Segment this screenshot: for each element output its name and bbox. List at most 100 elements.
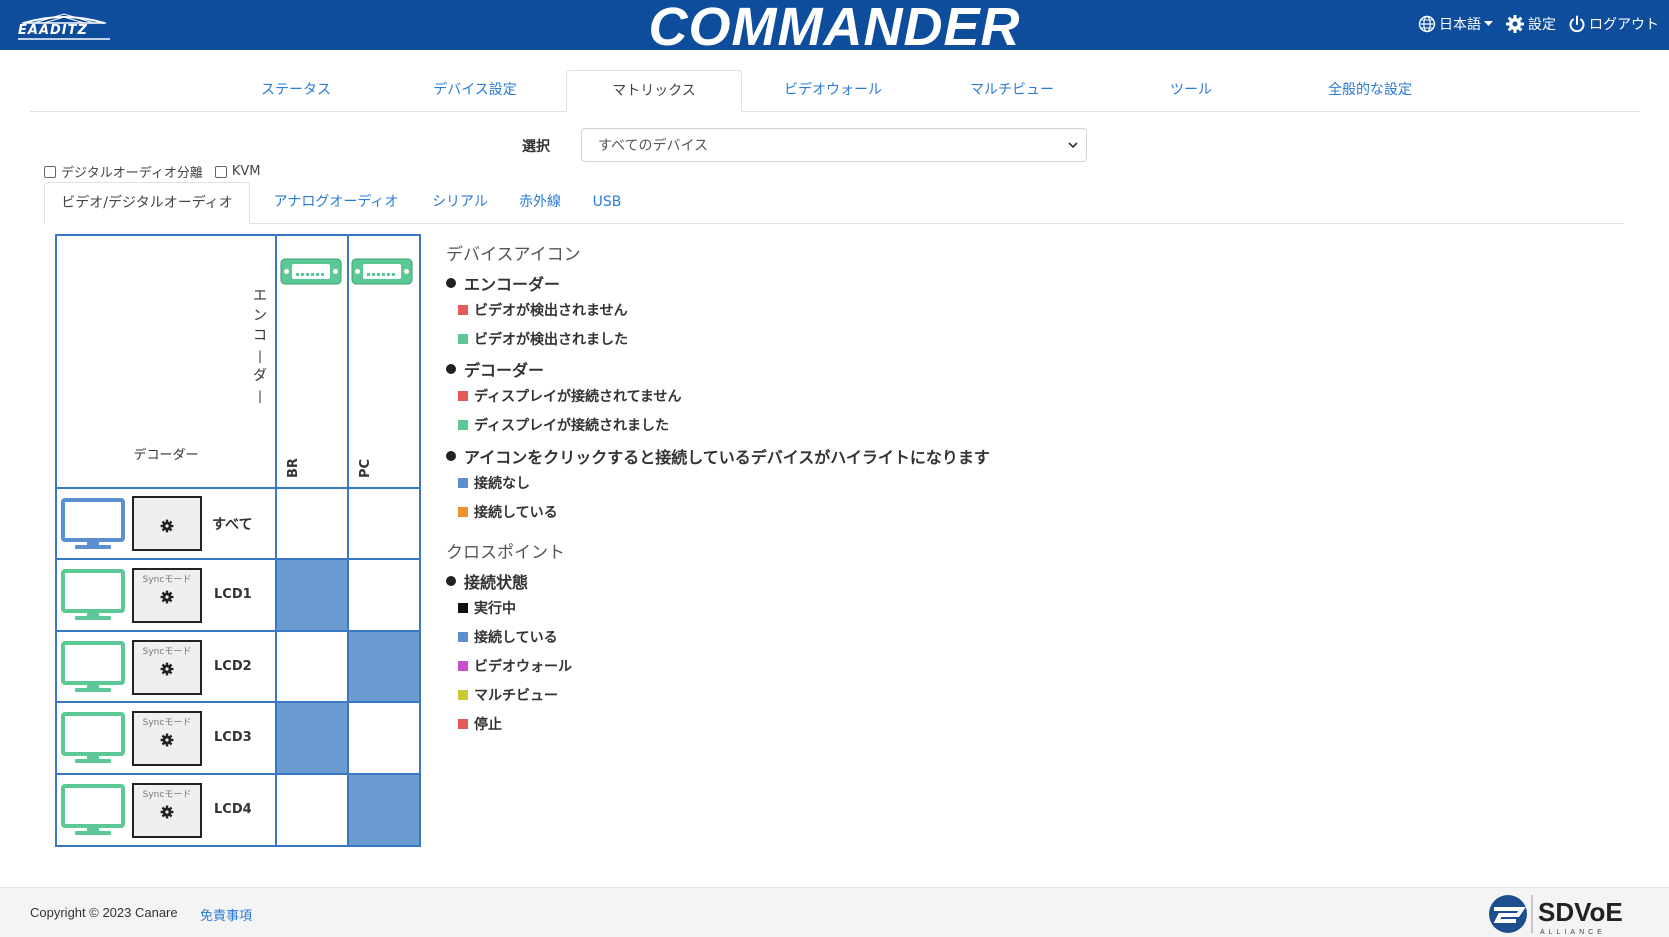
- digital-audio-label: デジタルオーディオ分離: [61, 166, 203, 181]
- monitor-icon[interactable]: [61, 498, 125, 552]
- subtab-analog-audio[interactable]: アナログオーディオ: [262, 182, 410, 224]
- app-header: EAADITZ COMMANDER 日本語 設定 ログアウト: [0, 0, 1669, 57]
- encoder-header-char: ダ: [253, 368, 267, 384]
- subtab-usb[interactable]: USB: [582, 182, 632, 224]
- sdvoe-text: SDVoE: [1538, 897, 1623, 927]
- legend-status-head: 接続状態: [446, 569, 528, 593]
- copyright: Copyright © 2023 Canare: [30, 905, 178, 920]
- subtab-infrared[interactable]: 赤外線: [510, 182, 570, 224]
- digital-audio-checkbox[interactable]: デジタルオーディオ分離: [44, 162, 203, 181]
- legend-encoder-label: エンコーダー: [464, 275, 561, 294]
- language-dropdown[interactable]: 日本語: [1418, 14, 1493, 34]
- crosspoint-cell[interactable]: [277, 775, 347, 845]
- gear-icon: [160, 519, 174, 533]
- gear-icon: [160, 805, 174, 819]
- legend-item: ビデオウォール: [458, 656, 572, 676]
- legend-item-label: マルチビュー: [474, 688, 558, 704]
- crosspoint-cell[interactable]: [277, 632, 347, 701]
- gear-icon: [160, 733, 174, 747]
- tab-videowall[interactable]: ビデオウォール: [745, 70, 921, 112]
- tab-status[interactable]: ステータス: [208, 70, 384, 112]
- encoder-header-char: コ: [253, 328, 267, 344]
- subtab-serial[interactable]: シリアル: [422, 182, 498, 224]
- checkbox-box[interactable]: [44, 165, 56, 178]
- monitor-icon[interactable]: [61, 784, 125, 838]
- decoder-header: デコーダー: [133, 448, 199, 463]
- crosspoint-cell-connected[interactable]: [277, 560, 347, 630]
- legend-item: ビデオが検出されました: [458, 329, 628, 349]
- magenta-square-icon: [458, 661, 468, 671]
- green-square-icon: [458, 334, 468, 344]
- gear-icon: [160, 590, 174, 604]
- crosspoint-all-cell[interactable]: [277, 489, 347, 558]
- encoder-header-char: |: [257, 389, 263, 403]
- legend-status-label: 接続状態: [464, 573, 529, 592]
- legend-item-label: 接続なし: [474, 476, 530, 492]
- bullet-icon: [446, 451, 456, 461]
- decoder-settings-button[interactable]: Syncモード: [132, 640, 202, 695]
- device-select-value: すべてのデバイス: [598, 138, 709, 154]
- device-select[interactable]: すべてのデバイス: [581, 128, 1087, 162]
- encoder-device-icon[interactable]: [351, 258, 413, 285]
- bullet-icon: [446, 576, 456, 586]
- sdvoe-subtext: ALLIANCE: [1540, 929, 1606, 936]
- legend-item-label: 接続している: [474, 505, 558, 521]
- subtab-video-audio[interactable]: ビデオ/デジタルオーディオ: [44, 182, 250, 224]
- checkbox-box[interactable]: [214, 165, 227, 178]
- legend-item: 実行中: [458, 598, 516, 618]
- tab-general-settings[interactable]: 全般的な設定: [1282, 70, 1458, 112]
- all-settings-button[interactable]: [132, 496, 202, 551]
- sdvoe-logo: SDVoE ALLIANCE: [1489, 895, 1623, 936]
- language-label: 日本語: [1439, 17, 1481, 33]
- logout-link[interactable]: ログアウト: [1568, 14, 1659, 34]
- chevron-down-icon: [1068, 142, 1078, 149]
- disclaimer-link[interactable]: 免責事項: [200, 905, 252, 924]
- legend-decoder-label: デコーダー: [464, 361, 545, 380]
- sub-tabs: ビデオ/デジタルオーディオ アナログオーディオ シリアル 赤外線 USB: [44, 182, 1624, 224]
- legend-item-label: ディスプレイが接続されました: [474, 418, 670, 434]
- crosspoint-cell[interactable]: [349, 560, 419, 630]
- encoder-header-char: エ: [253, 288, 267, 304]
- monitor-icon[interactable]: [61, 712, 125, 766]
- decoder-settings-button[interactable]: Syncモード: [132, 783, 202, 838]
- legend-item: ディスプレイが接続されました: [458, 415, 669, 435]
- all-row-label: すべて: [212, 517, 253, 533]
- monitor-icon[interactable]: [61, 569, 125, 623]
- crosspoint-cell-connected[interactable]: [277, 703, 347, 773]
- encoder-header-char: ン: [253, 308, 267, 324]
- yellow-square-icon: [458, 690, 468, 700]
- tab-multiview[interactable]: マルチビュー: [924, 70, 1100, 112]
- settings-label: 設定: [1528, 17, 1556, 33]
- settings-link[interactable]: 設定: [1505, 14, 1556, 34]
- power-icon: [1569, 15, 1585, 33]
- decoder-settings-button[interactable]: Syncモード: [132, 711, 202, 766]
- red-square-icon: [458, 719, 468, 729]
- monitor-icon[interactable]: [61, 641, 125, 695]
- blue-square-icon: [458, 632, 468, 642]
- crosspoint-cell-connected[interactable]: [349, 775, 419, 845]
- crosspoint-cell[interactable]: [349, 703, 419, 773]
- green-square-icon: [458, 420, 468, 430]
- crosspoint-all-cell[interactable]: [349, 489, 419, 558]
- tab-matrix[interactable]: マトリックス: [566, 70, 742, 112]
- legend-encoder-head: エンコーダー: [446, 271, 560, 295]
- legend-decoder-head: デコーダー: [446, 357, 544, 381]
- legend-item-label: 停止: [474, 717, 502, 733]
- sync-mode-label: Syncモード: [142, 575, 192, 585]
- tab-tools[interactable]: ツール: [1103, 70, 1279, 112]
- gear-icon: [1506, 15, 1524, 33]
- kvm-checkbox[interactable]: KVM: [214, 164, 261, 179]
- select-label: 選択: [522, 139, 550, 155]
- crosspoint-cell-connected[interactable]: [349, 632, 419, 701]
- orange-square-icon: [458, 507, 468, 517]
- gear-icon: [160, 662, 174, 676]
- kvm-label: KVM: [231, 164, 261, 179]
- legend-item-label: 接続している: [474, 630, 558, 646]
- red-square-icon: [458, 391, 468, 401]
- legend-item: 接続している: [458, 502, 558, 522]
- logout-label: ログアウト: [1589, 17, 1659, 33]
- tab-device-settings[interactable]: デバイス設定: [387, 70, 563, 112]
- decoder-settings-button[interactable]: Syncモード: [132, 568, 202, 623]
- encoder-device-icon[interactable]: [280, 258, 342, 285]
- encoder-header: エンコ | ダ |: [252, 286, 268, 406]
